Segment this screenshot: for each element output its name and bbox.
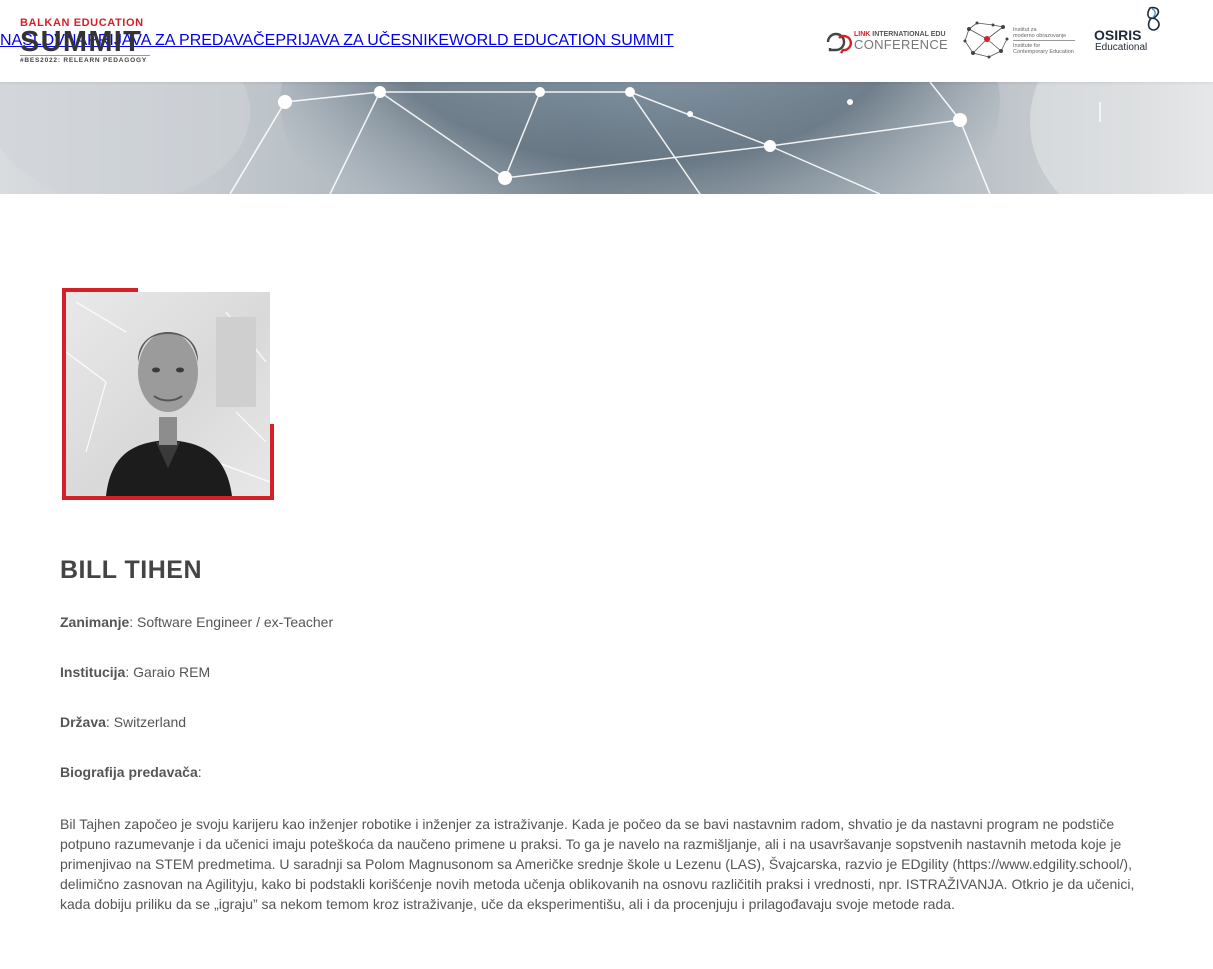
- summit-logo[interactable]: BALKAN EDUCATION SUMMIT #BES2022: RELEAR…: [20, 18, 150, 64]
- osiris-sub: Educational: [1095, 42, 1148, 53]
- nav-world-education-summit[interactable]: WORLD EDUCATION SUMMIT: [449, 32, 674, 50]
- frame-bottom-accent: [62, 496, 274, 500]
- field-institution-value: : Garaio REM: [125, 664, 211, 680]
- field-country-key: Država: [60, 714, 106, 730]
- speaker-portrait-graphic: [66, 301, 270, 496]
- institute-line2: moderno obrazovanje: [1013, 33, 1067, 39]
- speaker-biography: Bil Tajhen započeo je svoju karijeru kao…: [60, 816, 1135, 912]
- field-occupation-value: : Software Engineer / ex-Teacher: [129, 614, 334, 630]
- field-country: Država: Switzerland: [60, 714, 186, 730]
- osiris-name: OSIRIS: [1094, 27, 1142, 43]
- logo-sub-text: #BES2022: RELEARN PEDAGOGY: [20, 55, 150, 65]
- network-globe-graphic: [0, 82, 1213, 194]
- field-biography: Biografija predavača:: [60, 764, 202, 780]
- site-header: BALKAN EDUCATION SUMMIT #BES2022: RELEAR…: [0, 0, 1213, 82]
- speaker-name: BILL TIHEN: [60, 556, 203, 584]
- field-country-value: : Switzerland: [105, 714, 187, 730]
- field-biography-key: Biografija predavača: [60, 764, 198, 780]
- link-logo-big: CONFERENCE: [854, 37, 949, 52]
- link-conference-logo[interactable]: LINK INTERNATIONAL EDU CONFERENCE: [825, 28, 953, 54]
- field-institution: Institucija: Garaio REM: [60, 664, 210, 680]
- field-institution-key: Institucija: [60, 664, 126, 680]
- institute-line4: Contemporary Education: [1013, 49, 1074, 55]
- frame-right-accent: [270, 424, 274, 500]
- osiris-butterfly-icon: [1147, 6, 1160, 31]
- hero-banner: [0, 82, 1213, 194]
- speaker-photo-frame: [62, 288, 274, 500]
- field-biography-value: :: [197, 764, 202, 780]
- logo-main-text: SUMMIT: [20, 26, 143, 58]
- field-occupation-key: Zanimanje: [60, 614, 130, 630]
- institute-divider: [1013, 40, 1075, 41]
- speaker-photo: [66, 292, 270, 496]
- field-occupation: Zanimanje: Software Engineer / ex-Teache…: [60, 614, 333, 630]
- link-speech-icon: [826, 32, 852, 54]
- osiris-logo[interactable]: OSIRIS Educational: [1094, 6, 1166, 54]
- nav-participant-application[interactable]: PRIJAVA ZA UČESNIKE: [275, 32, 449, 50]
- institute-logo[interactable]: Institut za moderno obrazovanje Institut…: [963, 20, 1078, 60]
- network-icon: [963, 21, 1009, 59]
